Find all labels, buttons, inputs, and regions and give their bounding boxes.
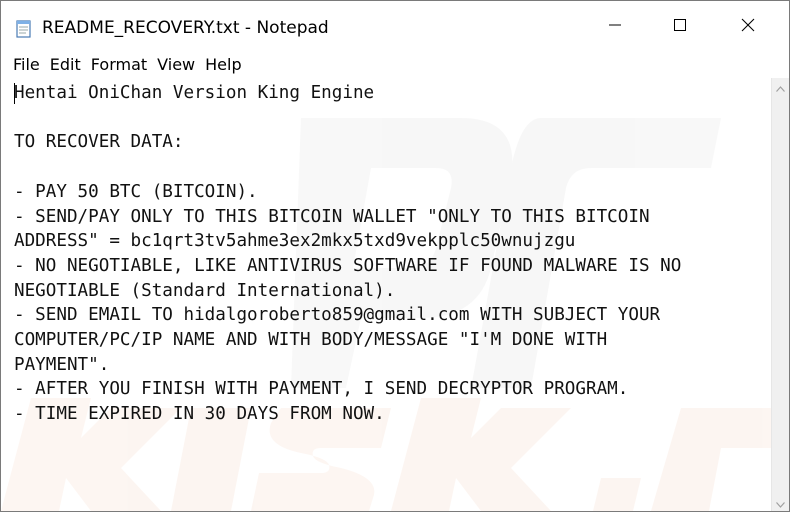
text-line: - PAY 50 BTC (BITCOIN). (14, 181, 258, 202)
vertical-scrollbar[interactable] (771, 78, 789, 511)
maximize-button[interactable] (649, 1, 711, 52)
minimize-icon (608, 17, 622, 36)
notepad-icon (14, 19, 34, 39)
scroll-down-button[interactable] (772, 494, 789, 511)
maximize-icon (673, 17, 687, 36)
menu-view[interactable]: View (152, 52, 200, 78)
window-title: README_RECOVERY.txt - Notepad (42, 18, 329, 38)
close-button[interactable] (717, 1, 779, 52)
close-icon (741, 17, 755, 36)
text-editor[interactable]: Hentai OniChan Version King Engine TO RE… (1, 78, 772, 511)
text-line: - SEND EMAIL TO hidalgoroberto859@gmail.… (14, 305, 661, 326)
text-line: Hentai OniChan Version King Engine (14, 83, 375, 103)
scroll-down-arrow-icon (776, 493, 785, 511)
menu-edit[interactable]: Edit (45, 52, 86, 78)
title-bar[interactable]: README_RECOVERY.txt - Notepad (1, 1, 789, 52)
text-line: TO RECOVER DATA: (14, 132, 184, 153)
menu-format[interactable]: Format (86, 52, 152, 78)
text-line: - AFTER YOU FINISH WITH PAYMENT, I SEND … (14, 379, 629, 400)
menu-bar: File Edit Format View Help (1, 52, 789, 78)
minimize-button[interactable] (584, 1, 646, 52)
text-line: PAYMENT". (14, 354, 110, 375)
text-line: ADDRESS" = bc1qrt3tv5ahme3ex2mkx5txd9vek… (14, 231, 576, 252)
menu-help[interactable]: Help (200, 52, 246, 78)
text-line: - SEND/PAY ONLY TO THIS BITCOIN WALLET "… (14, 206, 650, 227)
scroll-up-button[interactable] (772, 78, 789, 95)
scroll-up-arrow-icon (776, 77, 785, 96)
text-line: NEGOTIABLE (Standard International). (14, 280, 396, 301)
text-line: - TIME EXPIRED IN 30 DAYS FROM NOW. (14, 404, 385, 425)
text-line: - NO NEGOTIABLE, LIKE ANTIVIRUS SOFTWARE… (14, 255, 682, 276)
text-caret (14, 83, 15, 104)
document-text[interactable]: Hentai OniChan Version King Engine TO RE… (14, 81, 772, 427)
text-line: COMPUTER/PC/IP NAME AND WITH BODY/MESSAG… (14, 330, 608, 351)
notepad-window: README_RECOVERY.txt - Notepad File Edit … (0, 0, 790, 512)
menu-file[interactable]: File (8, 52, 45, 78)
